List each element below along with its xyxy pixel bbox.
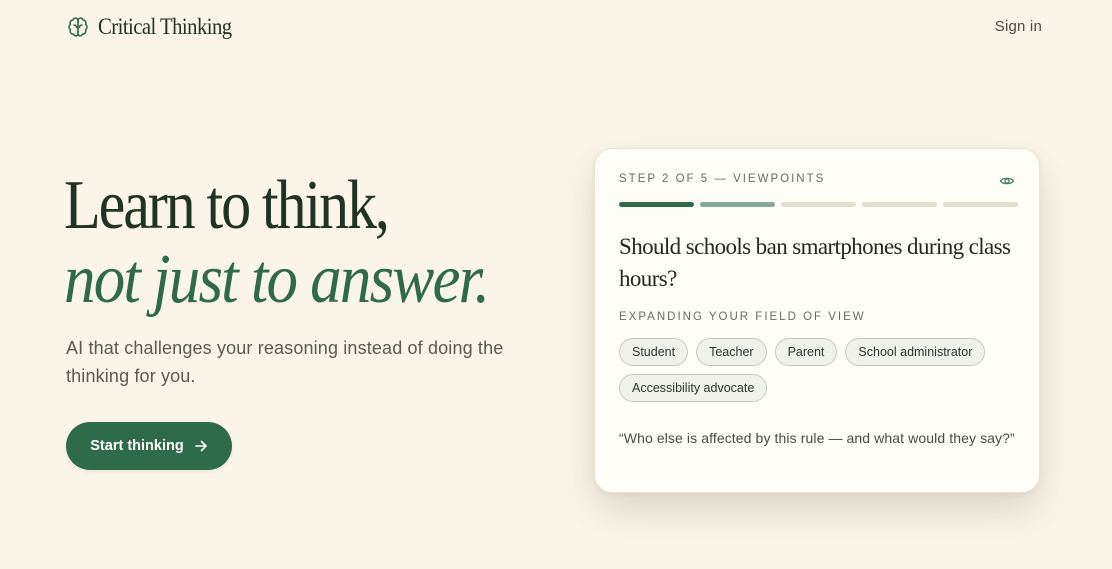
progress-segment-5: [943, 202, 1018, 207]
start-thinking-button[interactable]: Start thinking: [66, 422, 232, 470]
progress-segment-3: [781, 202, 856, 207]
brand-name: Critical Thinking: [98, 14, 232, 39]
viewpoint-chip-parent[interactable]: Parent: [774, 338, 838, 366]
landing-page: Critical Thinking Sign in Learn to think…: [0, 0, 1112, 569]
progress-segment-1: [619, 202, 694, 207]
viewpoint-chip-accessibility-advocate[interactable]: Accessibility advocate: [619, 374, 768, 402]
section-label: EXPANDING YOUR FIELD OF VIEW: [619, 311, 866, 323]
brain-icon: [66, 15, 90, 39]
hero-heading-line2: not just to answer.: [64, 241, 490, 318]
viewpoints-preview-card: STEP 2 OF 5 — VIEWPOINTS Should schools …: [594, 148, 1040, 493]
hero-heading-line1: Learn to think,: [64, 167, 390, 244]
arrow-right-icon: [194, 439, 208, 453]
step-progress-bar: [619, 202, 1018, 207]
viewpoint-chip-student[interactable]: Student: [619, 338, 689, 366]
question-text: Should schools ban smartphones during cl…: [619, 234, 1011, 291]
step-label: STEP 2 OF 5 — VIEWPOINTS: [619, 173, 826, 185]
progress-segment-2: [700, 202, 775, 207]
viewpoint-chip-teacher[interactable]: Teacher: [696, 338, 767, 366]
progress-segment-4: [862, 202, 937, 207]
viewpoint-chip-school-administrator[interactable]: School administrator: [845, 338, 986, 366]
prompt-quote: “Who else is affected by this rule — and…: [619, 430, 1015, 446]
viewpoint-chips: Student Teacher Parent School administra…: [619, 338, 1024, 402]
sign-in-link[interactable]: Sign in: [995, 18, 1042, 35]
hero-subtitle: AI that challenges your reasoning instea…: [66, 338, 504, 386]
brand-logo[interactable]: Critical Thinking: [66, 14, 246, 40]
eye-icon[interactable]: [999, 173, 1015, 189]
start-thinking-label: Start thinking: [90, 438, 184, 454]
